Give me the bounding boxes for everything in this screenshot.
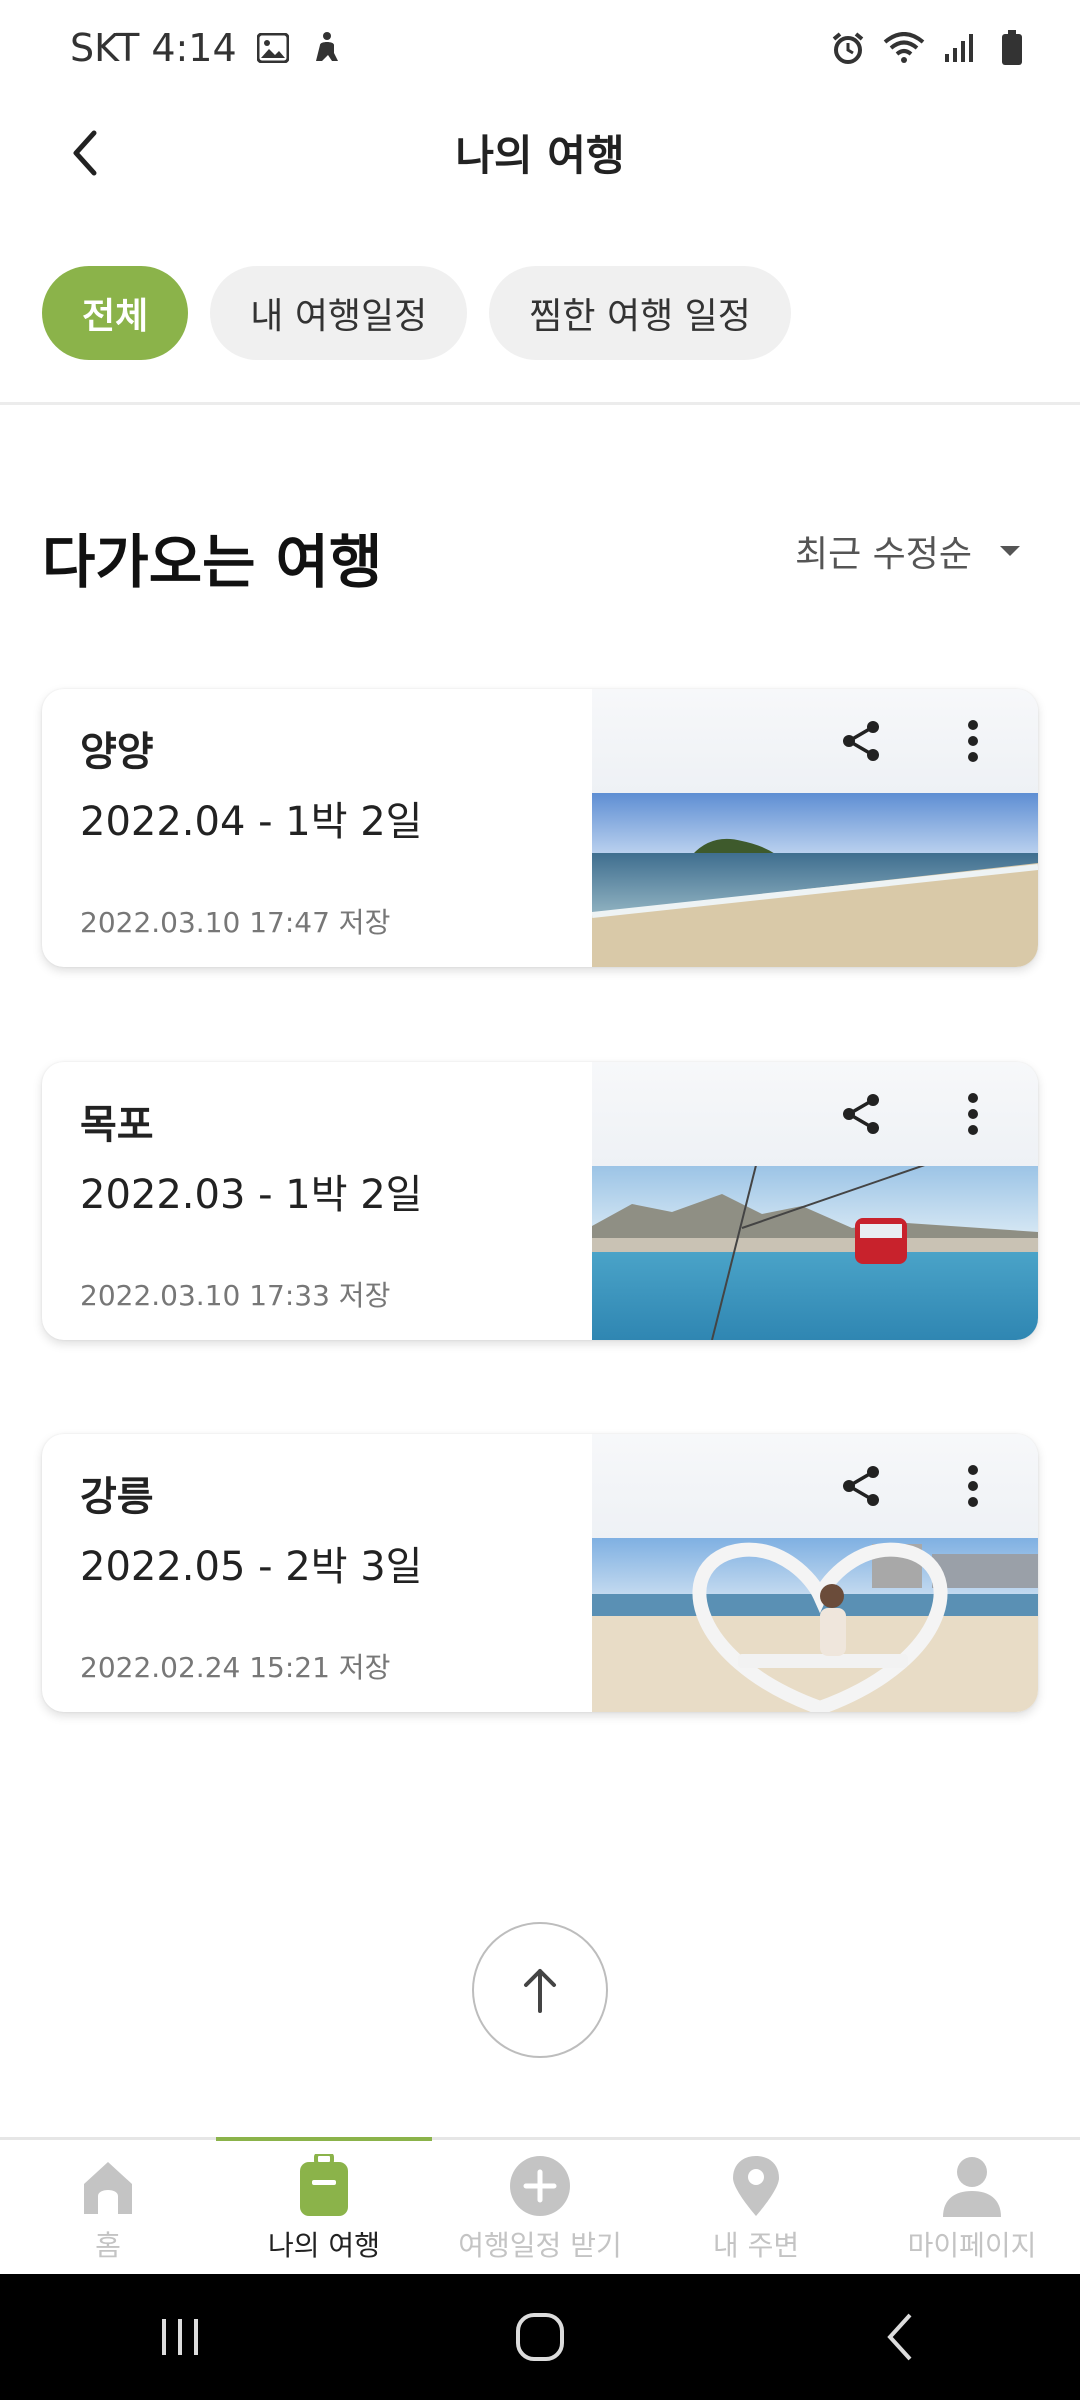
nav-label: 홈 [95, 2229, 121, 2262]
section-title: 다가오는 여행 [42, 528, 383, 596]
recent-apps-button[interactable] [140, 2297, 220, 2377]
suitcase-icon [292, 2154, 356, 2218]
more-vertical-icon [968, 720, 978, 762]
nav-label: 마이페이지 [907, 2229, 1037, 2262]
bottom-nav: 홈 나의 여행 여행일정 받기 내 주변 마이페이지 [0, 2137, 1080, 2274]
trip-card[interactable]: 강릉 2022.05 - 2박 3일 2022.02.24 15:21 저장 [42, 1434, 1038, 1712]
trip-card[interactable]: 목포 2022.03 - 1박 2일 2022.03.10 17:33 저장 [42, 1062, 1038, 1340]
battery-icon [994, 30, 1030, 66]
trip-name: 양양 [80, 729, 154, 775]
system-nav-bar [0, 2274, 1080, 2400]
trip-name: 강릉 [80, 1474, 154, 1520]
gallery-icon [255, 30, 291, 66]
nav-my-trips[interactable]: 나의 여행 [216, 2137, 432, 2274]
trip-saved-time: 2022.02.24 15:21 저장 [80, 1651, 391, 1684]
carrier-label: SKT [70, 26, 140, 70]
home-system-button[interactable] [500, 2297, 580, 2377]
sort-dropdown[interactable]: 최근 수정순 [795, 525, 1022, 577]
app-header: 나의 여행 [0, 96, 1080, 208]
chip-all[interactable]: 전체 [42, 266, 189, 360]
trip-saved-time: 2022.03.10 17:47 저장 [80, 906, 391, 939]
accessibility-icon [309, 30, 345, 66]
nav-label: 내 주변 [712, 2229, 800, 2262]
more-vertical-icon [968, 1093, 978, 1135]
trip-actions [592, 1062, 1038, 1166]
scroll-to-top-button[interactable] [472, 1922, 608, 2058]
trip-photo-cable-car-harbor [592, 1166, 1038, 1340]
trip-saved-time: 2022.03.10 17:33 저장 [80, 1279, 391, 1312]
share-button[interactable] [836, 716, 886, 766]
trip-period: 2022.03 - 1박 2일 [80, 1172, 423, 1218]
trip-actions [592, 689, 1038, 793]
filter-chips: 전체 내 여행일정 찜한 여행 일정 [42, 266, 791, 360]
signal-icon [942, 30, 978, 66]
share-icon [843, 1094, 879, 1134]
trip-actions [592, 1434, 1038, 1538]
share-icon [843, 721, 879, 761]
nav-nearby[interactable]: 내 주변 [648, 2140, 864, 2274]
nav-label: 여행일정 받기 [458, 2229, 622, 2262]
more-button[interactable] [948, 1089, 998, 1139]
share-button[interactable] [836, 1089, 886, 1139]
trip-photo-beach-island [592, 793, 1038, 967]
nav-home[interactable]: 홈 [0, 2140, 216, 2274]
wifi-icon [882, 30, 926, 66]
trip-info: 목포 2022.03 - 1박 2일 2022.03.10 17:33 저장 [42, 1062, 592, 1340]
more-vertical-icon [968, 1465, 978, 1507]
trip-media [592, 1062, 1038, 1340]
nav-get-itinerary[interactable]: 여행일정 받기 [432, 2140, 648, 2274]
trip-info: 강릉 2022.05 - 2박 3일 2022.02.24 15:21 저장 [42, 1434, 592, 1712]
share-icon [843, 1466, 879, 1506]
recent-apps-icon [162, 2319, 198, 2355]
trip-card[interactable]: 양양 2022.04 - 1박 2일 2022.03.10 17:47 저장 [42, 689, 1038, 967]
trip-info: 양양 2022.04 - 1박 2일 2022.03.10 17:47 저장 [42, 689, 592, 967]
trip-period: 2022.05 - 2박 3일 [80, 1544, 423, 1590]
nav-my-page[interactable]: 마이페이지 [864, 2140, 1080, 2274]
status-bar: SKT 4:14 [0, 0, 1080, 96]
status-right [830, 30, 1030, 66]
sort-label: 최근 수정순 [794, 534, 972, 575]
caret-down-icon [1000, 546, 1020, 556]
trip-period: 2022.04 - 1박 2일 [80, 799, 423, 845]
divider [0, 402, 1080, 405]
location-pin-icon [724, 2154, 788, 2218]
back-system-button[interactable] [860, 2297, 940, 2377]
person-icon [940, 2154, 1004, 2218]
alarm-icon [830, 30, 866, 66]
trip-media [592, 689, 1038, 967]
more-button[interactable] [948, 716, 998, 766]
trip-media [592, 1434, 1038, 1712]
arrow-up-icon [524, 1969, 556, 2013]
share-button[interactable] [836, 1461, 886, 1511]
plus-circle-icon [508, 2154, 572, 2218]
back-arrow-icon [887, 2313, 912, 2361]
status-left: SKT 4:14 [70, 26, 345, 70]
more-button[interactable] [948, 1461, 998, 1511]
chip-saved-itinerary[interactable]: 찜한 여행 일정 [489, 266, 791, 360]
trip-name: 목포 [80, 1102, 154, 1148]
chevron-left-icon [73, 130, 97, 176]
nav-label: 나의 여행 [268, 2229, 380, 2262]
clock: 4:14 [151, 26, 237, 70]
home-circle-icon [516, 2313, 564, 2361]
page-title: 나의 여행 [455, 130, 625, 180]
home-icon [76, 2154, 140, 2218]
trip-photo-beach-heart-bench [592, 1538, 1038, 1712]
back-button[interactable] [50, 118, 120, 188]
chip-my-itinerary[interactable]: 내 여행일정 [210, 266, 468, 360]
